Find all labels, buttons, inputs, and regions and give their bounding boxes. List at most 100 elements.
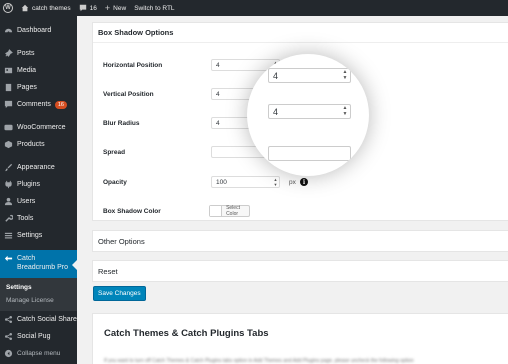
- vertical-position-label: Vertical Position: [103, 90, 154, 98]
- sidebar-item-label: Appearance: [17, 164, 55, 171]
- unit-label: px: [289, 178, 296, 186]
- sidebar-item-woocommerce[interactable]: WooCommerce: [0, 119, 77, 136]
- sidebar-item-label: WooCommerce: [17, 124, 66, 131]
- magnified-blur-input[interactable]: 4 ▲ ▼: [268, 104, 351, 119]
- magnified-blur-value: 4: [273, 106, 279, 117]
- new-content-link[interactable]: + New: [101, 0, 130, 16]
- site-name-link[interactable]: catch themes: [17, 0, 75, 16]
- sidebar-item-label: Settings: [17, 232, 43, 239]
- spinner[interactable]: ▲▼: [273, 178, 278, 187]
- select-color-label: Select Color: [226, 205, 240, 217]
- sidebar-item-label: Tools: [17, 215, 34, 222]
- sidebar-item-label: Catch Breadcrumb Pro: [17, 255, 68, 271]
- sidebar-item-label: Comments: [17, 101, 51, 108]
- rtl-label: Switch to RTL: [134, 4, 175, 12]
- sidebar-item-label: Posts: [17, 50, 35, 57]
- comment-icon: [79, 4, 86, 12]
- sidebar-item-catch-social-share[interactable]: Catch Social Share: [0, 311, 77, 328]
- sidebar-item-tools[interactable]: Tools: [0, 210, 77, 227]
- sidebar-item-label: Media: [17, 67, 37, 74]
- tabs-title: Catch Themes & Catch Plugins Tabs: [104, 328, 269, 339]
- sidebar-item-comments[interactable]: Comments 16: [0, 96, 77, 113]
- admin-sidebar: Dashboard Posts Media Pages Comments 16 …: [0, 16, 77, 364]
- share-icon: [4, 315, 13, 324]
- reset-panel[interactable]: Reset: [92, 260, 508, 282]
- magnified-horizontal-value: 4: [273, 70, 279, 81]
- opacity-input[interactable]: 100 ▲ ▼: [211, 176, 280, 188]
- color-swatch: [210, 206, 223, 216]
- sidebar-item-catch-breadcrumb-pro[interactable]: Catch Breadcrumb Pro: [0, 250, 77, 278]
- tabs-description: If you want to turn off Catch Themes & C…: [104, 358, 414, 364]
- plus-icon: +: [104, 3, 111, 13]
- reset-title: Reset: [98, 266, 118, 276]
- select-color-button[interactable]: Select Color: [209, 205, 250, 217]
- save-changes-button[interactable]: Save Changes: [93, 286, 146, 301]
- comments-badge: 16: [54, 100, 67, 109]
- blur-radius-label: Blur Radius: [103, 119, 140, 127]
- sidebar-item-media[interactable]: Media: [0, 62, 77, 79]
- sidebar-item-appearance[interactable]: Appearance: [0, 159, 77, 176]
- chevron-down-icon: ▼: [342, 111, 348, 117]
- switch-rtl-link[interactable]: Switch to RTL: [130, 0, 178, 16]
- info-icon[interactable]: i: [300, 178, 308, 186]
- pin-icon: [4, 49, 13, 58]
- spread-label: Spread: [103, 148, 126, 156]
- box-shadow-color-label: Box Shadow Color: [103, 207, 161, 215]
- magnified-horizontal-input[interactable]: 4 ▲ ▼: [268, 68, 351, 83]
- brush-icon: [4, 163, 13, 172]
- sidebar-item-settings[interactable]: Settings: [0, 227, 77, 244]
- sidebar-item-label: Catch Social Share: [17, 316, 77, 323]
- horizontal-position-value: 4: [216, 61, 220, 69]
- collapse-label: Collapse menu: [17, 350, 61, 357]
- dashboard-icon: [4, 26, 13, 35]
- new-label: New: [113, 4, 127, 12]
- sidebar-item-dashboard[interactable]: Dashboard: [0, 22, 77, 39]
- opacity-label: Opacity: [103, 178, 127, 186]
- submenu-item-manage-license[interactable]: Manage License: [0, 294, 77, 307]
- sidebar-item-label: Products: [17, 141, 45, 148]
- horizontal-position-label: Horizontal Position: [103, 61, 163, 69]
- comments-count: 16: [89, 4, 97, 12]
- sidebar-item-label: Plugins: [17, 181, 40, 188]
- breadcrumb-icon: [4, 254, 13, 263]
- site-name: catch themes: [32, 4, 71, 12]
- magnified-spread-input[interactable]: [268, 146, 351, 161]
- chevron-down-icon: ▼: [342, 75, 348, 81]
- sidebar-item-posts[interactable]: Posts: [0, 45, 77, 62]
- other-options-panel[interactable]: Other Options: [92, 230, 508, 252]
- sidebar-item-label: Users: [17, 198, 36, 205]
- sidebar-item-users[interactable]: Users: [0, 193, 77, 210]
- box-icon: [4, 140, 13, 149]
- page-icon: [4, 83, 13, 92]
- vertical-position-value: 4: [216, 90, 220, 98]
- wrench-icon: [4, 214, 13, 223]
- admin-bar: W catch themes 16 + New Switch to RTL: [0, 0, 508, 16]
- plug-icon: [4, 180, 13, 189]
- home-icon: [21, 4, 29, 12]
- submenu: Settings Manage License: [0, 278, 77, 311]
- other-options-title: Other Options: [98, 236, 145, 246]
- submenu-item-settings[interactable]: Settings: [0, 281, 77, 294]
- sidebar-item-products[interactable]: Products: [0, 136, 77, 153]
- chevron-down-icon: ▼: [273, 182, 278, 187]
- comments-link[interactable]: 16: [75, 0, 101, 16]
- woocommerce-icon: [4, 123, 13, 132]
- spinner[interactable]: ▲▼: [342, 70, 348, 81]
- sidebar-item-label: Dashboard: [17, 27, 52, 34]
- sidebar-item-label: Pages: [17, 84, 37, 91]
- box-shadow-title: Box Shadow Options: [93, 23, 508, 43]
- tabs-panel: Catch Themes & Catch Plugins Tabs If you…: [92, 313, 508, 364]
- settings-icon: [4, 231, 13, 240]
- blur-radius-value: 4: [216, 119, 220, 127]
- main-content: Box Shadow Options Horizontal Position 4…: [77, 16, 508, 364]
- share-icon: [4, 332, 13, 341]
- spinner[interactable]: ▲▼: [342, 106, 348, 117]
- sidebar-item-pages[interactable]: Pages: [0, 79, 77, 96]
- collapse-icon: [4, 349, 13, 358]
- sidebar-item-social-pug[interactable]: Social Pug: [0, 328, 77, 345]
- users-icon: [4, 197, 13, 206]
- media-icon: [4, 66, 13, 75]
- wordpress-logo-icon[interactable]: W: [3, 3, 13, 13]
- sidebar-item-plugins[interactable]: Plugins: [0, 176, 77, 193]
- collapse-menu-button[interactable]: Collapse menu: [0, 345, 77, 362]
